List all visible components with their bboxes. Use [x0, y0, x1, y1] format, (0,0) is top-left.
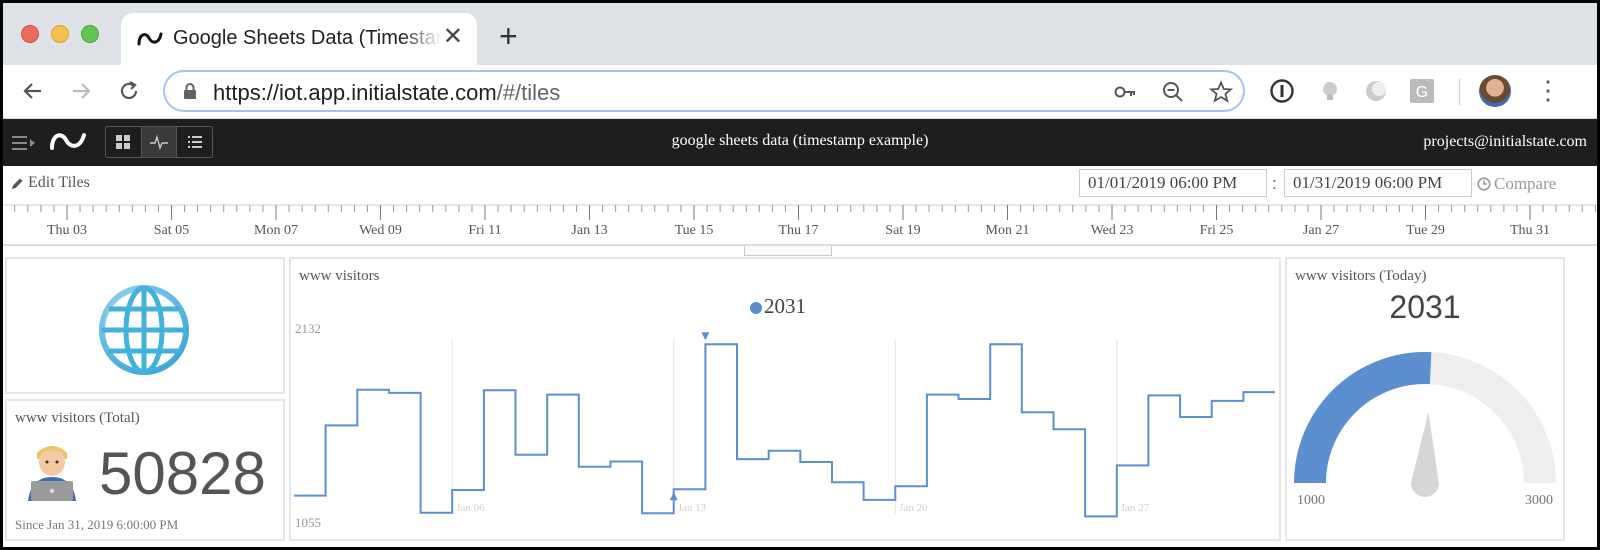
- since-timestamp: Since Jan 31, 2019 6:00:00 PM: [15, 517, 179, 532]
- start-date-input[interactable]: 01/01/2019 06:00 PM: [1079, 169, 1267, 197]
- timeline-label: Tue 15: [675, 223, 714, 238]
- url-host: https://iot.app.initialstate.com: [213, 80, 497, 105]
- timeline-label: Jan 13: [571, 223, 607, 238]
- moon-extension-icon[interactable]: [1363, 78, 1389, 104]
- app-header: google sheets data (timestamp example) p…: [3, 119, 1597, 166]
- line-chart-tile[interactable]: www visitors 2031 Jan 06 Jan 13 Jan 20 Jan …: [289, 257, 1281, 541]
- tab-strip: Google Sheets Data (Timestamp Example) ✕…: [3, 3, 1597, 65]
- timeline-label: Jan 27: [1303, 223, 1339, 238]
- total-value: 50828: [99, 440, 266, 507]
- timeline-label: Fri 11: [468, 223, 501, 238]
- timeline-label: Fri 25: [1200, 223, 1234, 238]
- lightbulb-extension-icon[interactable]: [1317, 78, 1343, 104]
- browser-window: Google Sheets Data (Timestamp Example) ✕…: [0, 0, 1600, 550]
- series-line: [294, 343, 1275, 518]
- gauge-min-label: 1000: [1297, 493, 1325, 508]
- password-manager-extension-icon[interactable]: [1269, 78, 1295, 104]
- line-chart[interactable]: Jan 06 Jan 13 Jan 20 Jan 27 2132 1055: [291, 259, 1279, 539]
- timeline-label: Sat 05: [154, 223, 189, 238]
- y-max-label: 2132: [295, 321, 321, 336]
- timeline-collapse-handle[interactable]: [744, 246, 832, 256]
- x-tick-label: Jan 20: [899, 502, 928, 514]
- initial-state-logo-icon: [137, 32, 163, 46]
- timeline-label: Wed 09: [359, 223, 402, 238]
- timeline-label: Wed 23: [1091, 223, 1134, 238]
- new-tab-button[interactable]: +: [499, 20, 518, 52]
- toolbar-divider: [1459, 79, 1460, 105]
- timeline-label: Thu 31: [1510, 223, 1550, 238]
- compare-label: Compare: [1494, 174, 1557, 193]
- minimize-window-button[interactable]: [51, 25, 69, 43]
- max-marker: [701, 332, 710, 341]
- close-window-button[interactable]: [21, 25, 39, 43]
- globe-icon: [99, 285, 189, 375]
- user-email[interactable]: projects@initialstate.com: [1423, 133, 1587, 151]
- timeline-ruler[interactable]: Thu 03 Sat 05 Mon 07 Wed 09 Fri 11 Jan 13 Tue …: [3, 200, 1597, 246]
- key-icon[interactable]: [1113, 80, 1137, 104]
- gauge-fill: [1294, 352, 1432, 483]
- x-tick-label: Jan 06: [456, 502, 485, 514]
- timeline-ticks: Thu 03 Sat 05 Mon 07 Wed 09 Fri 11 Jan 13 Tue …: [3, 204, 1597, 238]
- close-tab-icon[interactable]: ✕: [443, 25, 463, 49]
- tab-title: Google Sheets Data (Timestamp Example): [173, 27, 441, 50]
- clock-icon: [1477, 177, 1491, 191]
- more-options-icon[interactable]: ⋮: [1535, 77, 1561, 103]
- x-tick-label: Jan 27: [1121, 502, 1150, 514]
- globe-tile[interactable]: [5, 257, 285, 394]
- timeline-label: Sat 19: [885, 223, 920, 238]
- min-marker: [669, 492, 678, 501]
- gauge-needle: [1411, 412, 1439, 497]
- zoom-out-icon[interactable]: [1161, 80, 1185, 104]
- timeline-label: Mon 21: [986, 223, 1030, 238]
- edit-tiles-label: Edit Tiles: [28, 174, 90, 191]
- forward-icon[interactable]: [69, 79, 93, 103]
- date-range-separator: :: [1272, 174, 1277, 193]
- url-path: /#/tiles: [496, 80, 561, 105]
- gauge-chart: [1294, 352, 1556, 497]
- end-date-input[interactable]: 01/31/2019 06:00 PM: [1284, 169, 1472, 197]
- browser-tab[interactable]: Google Sheets Data (Timestamp Example) ✕: [121, 13, 477, 65]
- address-bar[interactable]: https://iot.app.initialstate.com/#/tiles: [163, 70, 1245, 112]
- back-icon[interactable]: [21, 79, 45, 103]
- y-min-label: 1055: [295, 515, 321, 530]
- dashboard-toolbar: Edit Tiles 01/01/2019 06:00 PM : 01/31/2…: [3, 166, 1597, 200]
- today-visitors-tile[interactable]: www visitors (Today) 2031 1000 3000: [1285, 257, 1565, 541]
- x-tick-label: Jan 13: [678, 502, 707, 514]
- profile-avatar[interactable]: [1479, 75, 1511, 107]
- svg-text:G: G: [1416, 84, 1428, 101]
- navigation-bar: https://iot.app.initialstate.com/#/tiles: [3, 65, 1597, 119]
- url-text: https://iot.app.initialstate.com/#/tiles: [213, 80, 560, 106]
- gauge-max-label: 3000: [1525, 493, 1553, 508]
- pencil-icon: [12, 178, 23, 189]
- compare-button[interactable]: Compare: [1477, 174, 1556, 194]
- timeline-label: Thu 17: [778, 223, 818, 238]
- timeline-label: Tue 29: [1406, 223, 1445, 238]
- star-icon[interactable]: [1209, 80, 1233, 104]
- total-visitors-tile[interactable]: www visitors (Total) 50828 Since Jan 31,…: [5, 399, 285, 541]
- lock-icon: [184, 83, 196, 99]
- person-with-laptop-icon: [28, 446, 76, 501]
- timeline-label: Mon 07: [254, 223, 298, 238]
- timeline-label: Thu 03: [47, 223, 87, 238]
- maximize-window-button[interactable]: [81, 25, 99, 43]
- edit-tiles-button[interactable]: Edit Tiles: [11, 174, 90, 192]
- tile-title: www visitors (Total): [15, 410, 140, 426]
- bucket-title: google sheets data (timestamp example): [671, 132, 929, 149]
- g-extension-icon[interactable]: G: [1409, 78, 1435, 104]
- reload-icon[interactable]: [117, 79, 141, 103]
